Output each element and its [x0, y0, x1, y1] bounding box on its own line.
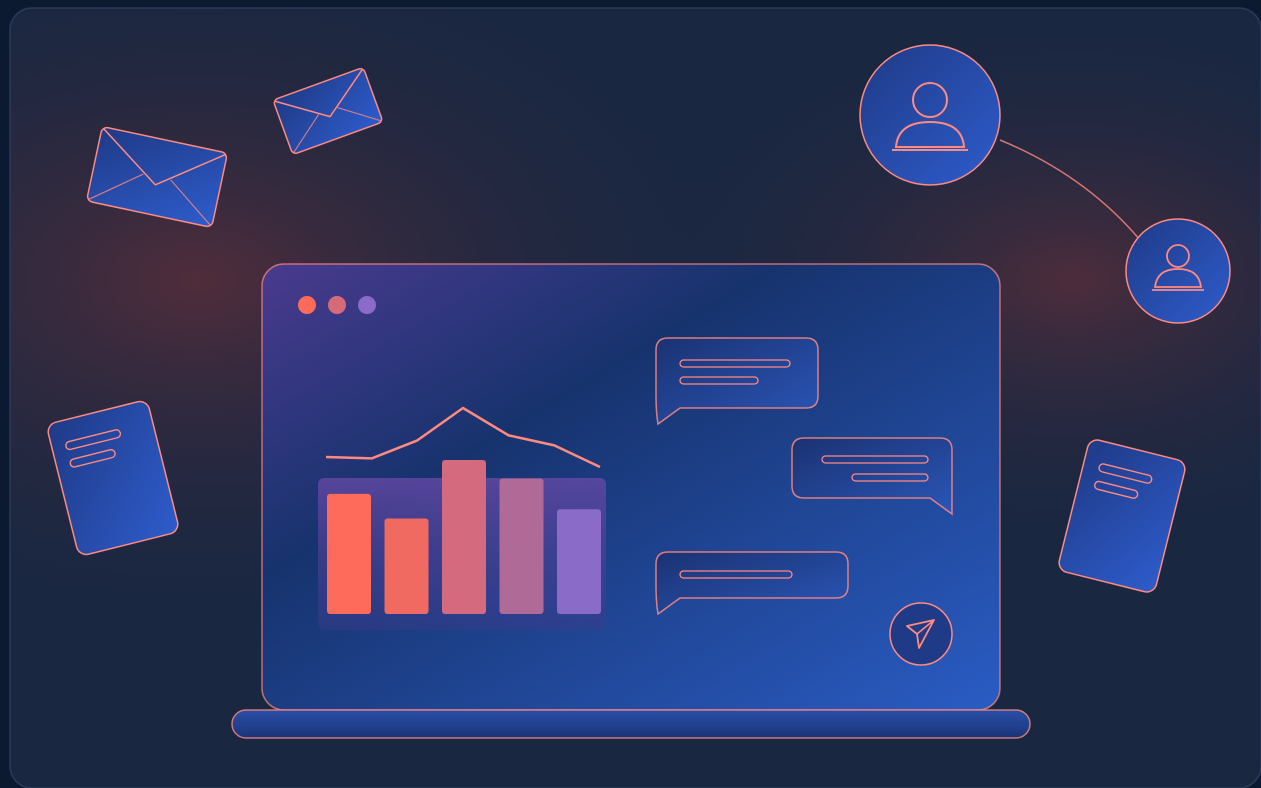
laptop-base [231, 709, 1031, 739]
chart-bar [327, 493, 371, 614]
chart-bar [557, 509, 601, 614]
illustration-stage [0, 0, 1261, 788]
marketing-illustration [0, 0, 1261, 788]
paper-plane-icon [889, 602, 953, 666]
laptop [231, 263, 1031, 739]
window-dot [358, 296, 376, 314]
user-avatar-icon-large [859, 44, 1001, 186]
window-controls [298, 296, 376, 314]
chart-bar [384, 518, 429, 614]
window-dot [298, 296, 316, 314]
chart-bar [499, 478, 544, 614]
window-dot [328, 296, 346, 314]
user-avatar-icon-small [1125, 218, 1231, 324]
chart-bar [442, 460, 486, 614]
